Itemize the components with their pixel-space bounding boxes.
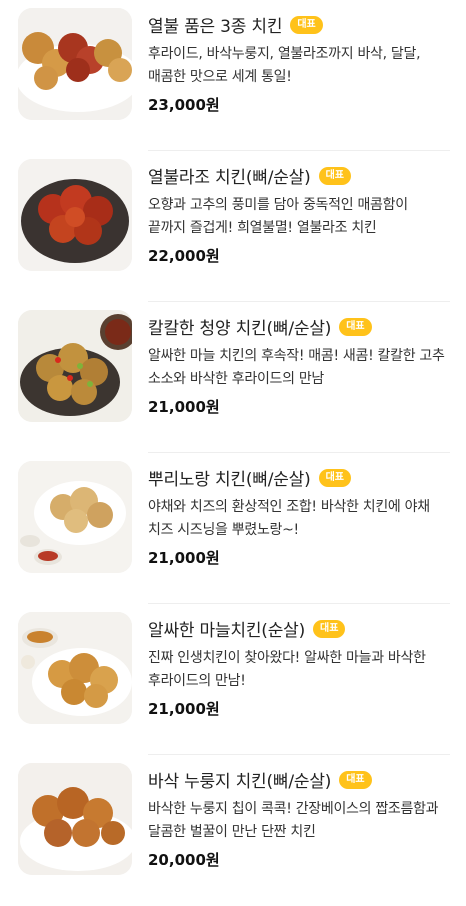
menu-item-name: 알싸한 마늘치킨(순살) bbox=[148, 621, 306, 641]
menu-item-price: 21,000원 bbox=[148, 549, 220, 567]
menu-item-photo bbox=[18, 159, 132, 271]
menu-item-name: 열불라조 치킨(뼈/순살) bbox=[148, 168, 311, 188]
signature-badge: 대표 bbox=[318, 166, 351, 185]
signature-badge: 대표 bbox=[339, 770, 372, 789]
menu-item-photo bbox=[18, 461, 132, 573]
menu-item-description: 야채와 치즈의 환상적인 조합! 바삭한 치킨에 야채 치즈 시즈닝을 뿌렸노랑… bbox=[148, 499, 430, 538]
menu-item-name: 뿌리노랑 치킨(뼈/순살) bbox=[148, 470, 311, 490]
menu-item-description: 알싸한 마늘 치킨의 후속작! 매콤! 새콤! 칼칼한 고추 소소와 바삭한 후… bbox=[148, 348, 445, 387]
menu-item-description: 후라이드, 바삭누룽지, 열불라조까지 바삭, 달달, 매콤한 맛으로 세계 통… bbox=[148, 46, 421, 85]
menu-item-price: 22,000원 bbox=[148, 247, 220, 265]
signature-badge: 대표 bbox=[318, 468, 351, 487]
menu-item-name: 열불 품은 3종 치킨 bbox=[148, 17, 283, 37]
menu-item-price: 23,000원 bbox=[148, 96, 220, 114]
menu-item[interactable]: 뿌리노랑 치킨(뼈/순살) 대표 야채와 치즈의 환상적인 조합! 바삭한 치킨… bbox=[0, 453, 466, 604]
menu-item-photo bbox=[18, 8, 132, 120]
menu-item-description: 진짜 인생치킨이 찾아왔다! 알싸한 마늘과 바삭한 후라이드의 만남! bbox=[148, 650, 426, 689]
menu-item-photo bbox=[18, 310, 132, 422]
menu-item-name: 칼칼한 청양 치킨(뼈/순살) bbox=[148, 319, 332, 339]
signature-badge: 대표 bbox=[339, 317, 372, 336]
menu-item-description: 바삭한 누룽지 칩이 콕콕! 간장베이스의 짭조름함과 달콤한 벌꿀이 만난 단… bbox=[148, 801, 439, 840]
menu-item[interactable]: 열불라조 치킨(뼈/순살) 대표 오향과 고추의 풍미를 담아 중독적인 매콤함… bbox=[0, 151, 466, 302]
menu-item-price: 20,000원 bbox=[148, 851, 220, 869]
menu-item-photo bbox=[18, 612, 132, 724]
menu-item-photo bbox=[18, 763, 132, 875]
menu-item-description: 오향과 고추의 풍미를 담아 중독적인 매콤함이 끝까지 즐겁게! 희열불멸! … bbox=[148, 197, 408, 236]
menu-item-price: 21,000원 bbox=[148, 700, 220, 718]
menu-item[interactable]: 칼칼한 청양 치킨(뼈/순살) 대표 알싸한 마늘 치킨의 후속작! 매콤! 새… bbox=[0, 302, 466, 453]
menu-item[interactable]: 바삭 누룽지 치킨(뼈/순살) 대표 바삭한 누룽지 칩이 콕콕! 간장베이스의… bbox=[0, 755, 466, 906]
menu-item[interactable]: 알싸한 마늘치킨(순살) 대표 진짜 인생치킨이 찾아왔다! 알싸한 마늘과 바… bbox=[0, 604, 466, 755]
signature-badge: 대표 bbox=[313, 619, 346, 638]
signature-badge: 대표 bbox=[290, 15, 323, 34]
menu-item[interactable]: 열불 품은 3종 치킨 대표 후라이드, 바삭누룽지, 열불라조까지 바삭, 달… bbox=[0, 0, 466, 151]
menu-item-name: 바삭 누룽지 치킨(뼈/순살) bbox=[148, 772, 332, 792]
menu-item-price: 21,000원 bbox=[148, 398, 220, 416]
